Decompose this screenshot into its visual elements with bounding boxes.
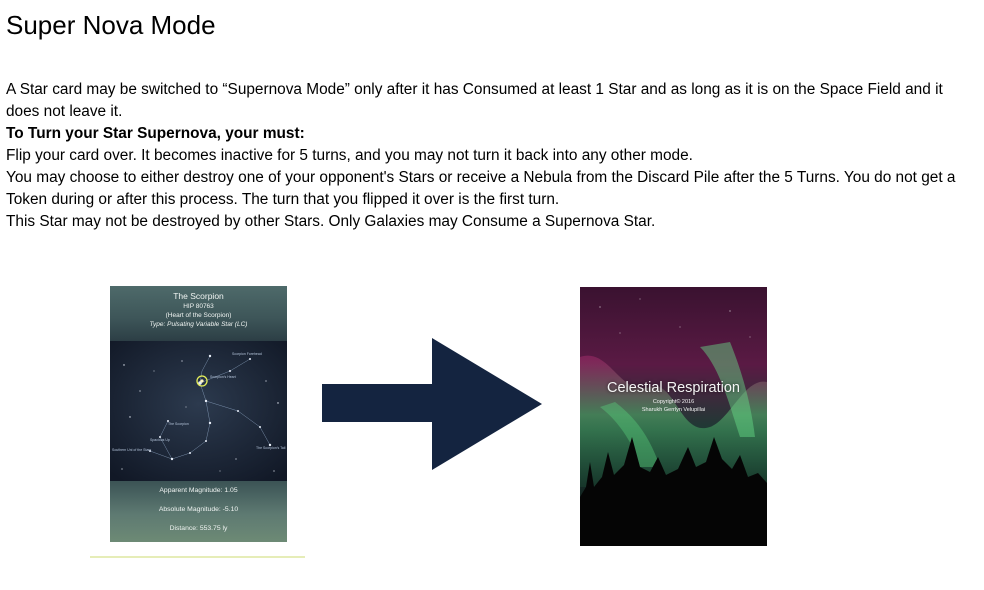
- star-card-header: The Scorpion HIP 80763 (Heart of the Sco…: [110, 286, 287, 341]
- step-3-paragraph: This Star may not be destroyed by other …: [6, 213, 656, 230]
- arrow-right-icon: [322, 338, 542, 470]
- aurora-illustration: [580, 287, 767, 546]
- constellation-map: Scorpion Forehead Scorpion's Heart The S…: [110, 341, 287, 481]
- page-title: Super Nova Mode: [6, 10, 216, 40]
- map-label-southern: Southern Uni of the Stars: [112, 448, 152, 452]
- absolute-magnitude: Absolute Magnitude: -5.10: [158, 506, 239, 513]
- intro-paragraph: A Star card may be switched to “Supernov…: [6, 81, 943, 120]
- supernova-card-image: Celestial Respiration Copyright© 2016 Sh…: [580, 287, 767, 546]
- star-hip: HIP 80763: [183, 303, 214, 310]
- rules-text: A Star card may be switched to “Supernov…: [6, 79, 966, 233]
- map-label-spacious: Spacious Up: [150, 438, 170, 442]
- map-label-tail: The Scorpion's Tail: [256, 446, 286, 450]
- instructions-heading: To Turn your Star Supernova, your must:: [6, 125, 305, 142]
- card-underline: [90, 556, 305, 558]
- star-name: The Scorpion: [173, 291, 224, 301]
- back-card-credits: Copyright© 2016 Sharukh Gerrlyn Velupill…: [580, 399, 767, 414]
- apparent-magnitude: Apparent Magnitude: 1.05: [159, 487, 238, 494]
- star-nickname: (Heart of the Scorpion): [165, 312, 232, 319]
- back-card-title: Celestial Respiration: [607, 380, 740, 396]
- star-card-stats: Apparent Magnitude: 1.05 Absolute Magnit…: [110, 481, 287, 542]
- distance: Distance: 553.75 ly: [169, 525, 228, 532]
- star-type: Type: Pulsating Variable Star (LC): [149, 321, 248, 328]
- back-card-copyright: Copyright© 2016: [652, 399, 695, 405]
- back-card-author: Sharukh Gerrlyn Velupillai: [641, 406, 706, 413]
- map-label-forehead: Scorpion Forehead: [232, 352, 262, 356]
- step-2-paragraph: You may choose to either destroy one of …: [6, 169, 956, 208]
- star-card-image: The Scorpion HIP 80763 (Heart of the Sco…: [110, 286, 287, 542]
- step-1-paragraph: Flip your card over. It becomes inactive…: [6, 147, 693, 164]
- map-label-scorpion: The Scorpion: [168, 422, 189, 426]
- map-label-heart: Scorpion's Heart: [210, 375, 236, 379]
